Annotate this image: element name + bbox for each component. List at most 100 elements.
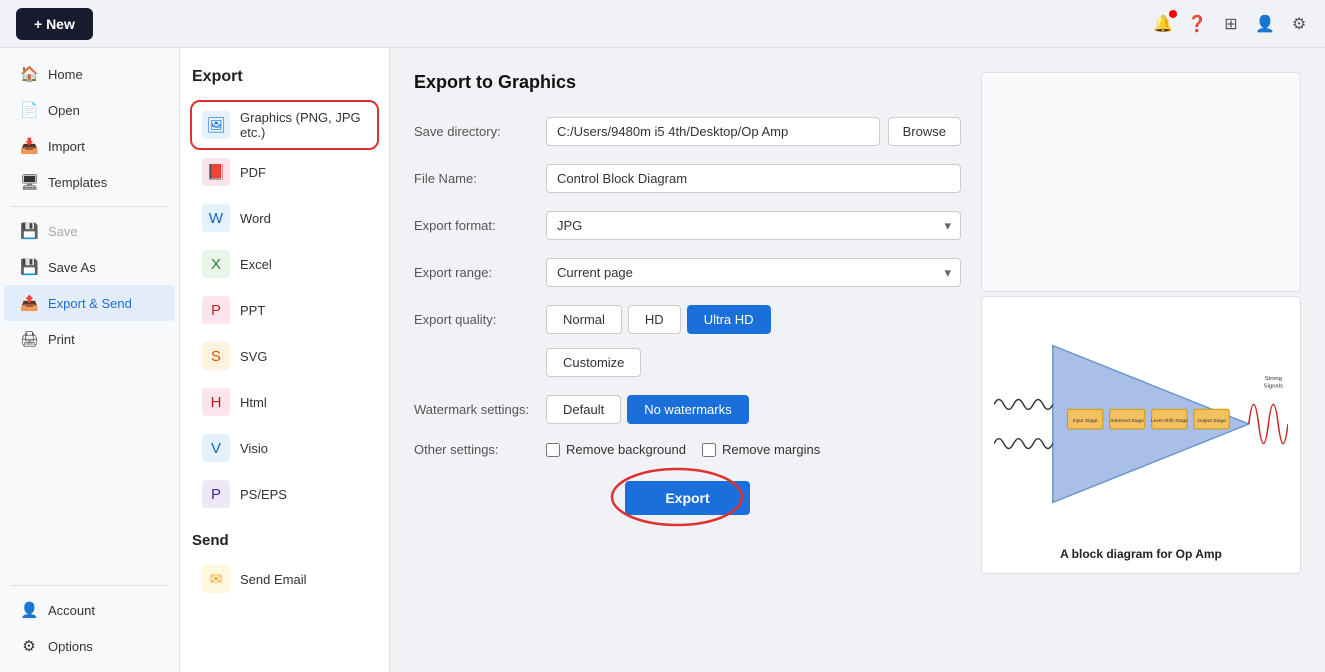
export-format-value: JPG PNG BMP GIF SVG	[546, 211, 961, 240]
export-item-ps[interactable]: P PS/EPS	[192, 472, 377, 516]
topbar: + New 🔔 ❓ ⊞ 👤 ⚙	[0, 0, 1325, 48]
sidebar-item-options[interactable]: ⚙ Options	[4, 628, 175, 664]
svg-text:Intermed Stage: Intermed Stage	[1111, 418, 1145, 424]
export-button[interactable]: Export	[625, 481, 749, 515]
file-name-row: File Name:	[414, 164, 961, 193]
ppt-icon: P	[202, 296, 230, 324]
help-icon[interactable]: ❓	[1187, 14, 1207, 34]
remove-background-checkbox[interactable]: Remove background	[546, 442, 686, 457]
export-quality-label: Export quality:	[414, 312, 534, 327]
watermark-label: Watermark settings:	[414, 402, 534, 417]
sidebar-label-options: Options	[48, 639, 93, 654]
export-panel-title: Export	[192, 68, 377, 86]
quality-hd-button[interactable]: HD	[628, 305, 681, 334]
html-icon: H	[202, 388, 230, 416]
new-button[interactable]: + New	[16, 8, 93, 40]
file-name-input[interactable]	[546, 164, 961, 193]
sidebar-item-home[interactable]: 🏠 Home	[4, 56, 175, 92]
export-range-value: Current page All pages Selection	[546, 258, 961, 287]
export-item-html[interactable]: H Html	[192, 380, 377, 424]
export-item-ppt[interactable]: P PPT	[192, 288, 377, 332]
export-item-visio[interactable]: V Visio	[192, 426, 377, 470]
remove-background-input[interactable]	[546, 443, 560, 457]
sidebar-label-save: Save	[48, 224, 78, 239]
export-item-ppt-label: PPT	[240, 303, 265, 318]
sidebar-label-export-send: Export & Send	[48, 296, 132, 311]
export-item-graphics-label: Graphics (PNG, JPG etc.)	[240, 110, 367, 140]
export-item-word-label: Word	[240, 211, 271, 226]
export-format-select-wrapper: JPG PNG BMP GIF SVG	[546, 211, 961, 240]
quality-ultrahd-button[interactable]: Ultra HD	[687, 305, 771, 334]
sidebar-label-templates: Templates	[48, 175, 107, 190]
grid-icon[interactable]: ⊞	[1221, 14, 1241, 34]
sidebar-label-home: Home	[48, 67, 83, 82]
svg-text:Signals: Signals	[1264, 384, 1283, 390]
export-item-word[interactable]: W Word	[192, 196, 377, 240]
preview-placeholder	[981, 72, 1301, 292]
export-range-select[interactable]: Current page All pages Selection	[546, 258, 961, 287]
export-range-label: Export range:	[414, 265, 534, 280]
remove-background-label: Remove background	[566, 442, 686, 457]
email-icon: ✉	[202, 565, 230, 593]
svg-icon: S	[202, 342, 230, 370]
form-title: Export to Graphics	[414, 72, 961, 93]
remove-margins-checkbox[interactable]: Remove margins	[702, 442, 820, 457]
sidebar-item-open[interactable]: 📄 Open	[4, 92, 175, 128]
sidebar-item-account[interactable]: 👤 Account	[4, 592, 175, 628]
customize-button[interactable]: Customize	[546, 348, 641, 377]
sidebar-item-save[interactable]: 💾 Save	[4, 213, 175, 249]
export-item-email[interactable]: ✉ Send Email	[192, 557, 377, 601]
export-send-icon: 📤	[20, 294, 38, 312]
export-format-label: Export format:	[414, 218, 534, 233]
sidebar-label-save-as: Save As	[48, 260, 96, 275]
diagram-svg: Input Stage Intermed Stage Level Shift S…	[994, 309, 1288, 539]
topbar-right: 🔔 ❓ ⊞ 👤 ⚙	[1153, 14, 1309, 34]
save-directory-row: Save directory: Browse	[414, 117, 961, 146]
other-settings-row: Other settings: Remove background Remove…	[414, 442, 961, 457]
save-directory-input[interactable]	[546, 117, 880, 146]
watermark-row: Watermark settings: Default No watermark…	[414, 395, 961, 424]
save-as-icon: 💾	[20, 258, 38, 276]
settings-icon[interactable]: ⚙	[1289, 14, 1309, 34]
import-icon: 📥	[20, 137, 38, 155]
svg-text:Input Stage: Input Stage	[1073, 418, 1098, 424]
sidebar-item-print[interactable]: 🖨 Print	[4, 321, 175, 357]
other-settings-value: Remove background Remove margins	[546, 442, 961, 457]
home-icon: 🏠	[20, 65, 38, 83]
export-item-visio-label: Visio	[240, 441, 268, 456]
save-directory-label: Save directory:	[414, 124, 534, 139]
other-settings-label: Other settings:	[414, 442, 534, 457]
export-panel: Export 🖼 Graphics (PNG, JPG etc.) 📕 PDF …	[180, 48, 390, 672]
open-icon: 📄	[20, 101, 38, 119]
export-item-svg[interactable]: S SVG	[192, 334, 377, 378]
content-area: Export to Graphics Save directory: Brows…	[390, 48, 1325, 672]
export-item-pdf[interactable]: 📕 PDF	[192, 150, 377, 194]
quality-normal-button[interactable]: Normal	[546, 305, 622, 334]
sidebar-bottom: 👤 Account ⚙ Options	[0, 579, 179, 664]
sidebar-item-save-as[interactable]: 💾 Save As	[4, 249, 175, 285]
excel-icon: X	[202, 250, 230, 278]
quality-buttons: Normal HD Ultra HD	[546, 305, 771, 334]
sidebar-item-import[interactable]: 📥 Import	[4, 128, 175, 164]
browse-button[interactable]: Browse	[888, 117, 961, 146]
sidebar-item-export-send[interactable]: 📤 Export & Send	[4, 285, 175, 321]
export-item-svg-label: SVG	[240, 349, 267, 364]
save-directory-value: Browse	[546, 117, 961, 146]
topbar-left: + New	[16, 8, 93, 40]
export-item-graphics[interactable]: 🖼 Graphics (PNG, JPG etc.)	[192, 102, 377, 148]
sidebar-item-templates[interactable]: 🖥 Templates	[4, 164, 175, 200]
sidebar-label-account: Account	[48, 603, 95, 618]
bell-icon[interactable]: 🔔	[1153, 14, 1173, 34]
remove-margins-input[interactable]	[702, 443, 716, 457]
preview-diagram: Input Stage Intermed Stage Level Shift S…	[981, 296, 1301, 574]
user-icon[interactable]: 👤	[1255, 14, 1275, 34]
export-format-select[interactable]: JPG PNG BMP GIF SVG	[546, 211, 961, 240]
export-range-select-wrapper: Current page All pages Selection	[546, 258, 961, 287]
export-item-excel[interactable]: X Excel	[192, 242, 377, 286]
file-name-value	[546, 164, 961, 193]
export-button-wrap: Export	[414, 481, 961, 515]
send-title: Send	[192, 532, 377, 549]
svg-text:Level Shift Stage: Level Shift Stage	[1151, 418, 1188, 424]
watermark-default-button[interactable]: Default	[546, 395, 621, 424]
watermark-none-button[interactable]: No watermarks	[627, 395, 748, 424]
